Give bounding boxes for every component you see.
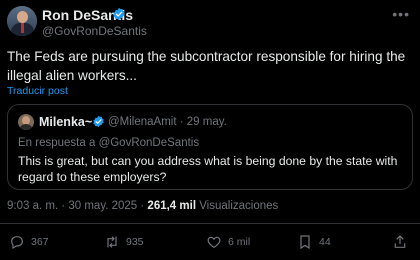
repost-icon [107,236,117,248]
reply-count: 367 [31,236,49,248]
divider [0,223,420,224]
more-icon[interactable]: ••• [392,6,410,22]
quoted-tweet[interactable]: Milenka~ @MilenaAmit · 29 may. En respue… [7,104,413,190]
tweet-meta: 9:03 a. m. · 30 may. 2025 · 261,4 mil Vi… [7,200,278,212]
reply-button[interactable]: 367 [9,232,49,252]
bookmark-count: 44 [319,236,331,248]
tweet-timestamp[interactable]: 9:03 a. m. · 30 may. 2025 · [7,200,147,212]
action-bar: 367 935 6 mil 44 [0,232,420,254]
quoted-verified-badge-icon [93,115,104,128]
repost-count: 935 [126,236,144,248]
tweet-text: The Feds are pursuing the subcontractor … [7,49,406,83]
heart-icon [207,236,221,249]
bookmark-button[interactable]: 44 [297,232,331,252]
author-avatar[interactable] [7,6,37,36]
views-count: 261,4 mil [147,200,197,212]
quoted-handle-date[interactable]: @MilenaAmit · 29 may. [108,116,227,128]
quoted-text: This is great, but can you address what … [18,154,398,184]
reply-context: En respuesta a @GovRonDeSantis [18,137,199,149]
reply-prefix: En respuesta a [18,137,99,149]
translate-link[interactable]: Traducir post [7,85,68,97]
author-handle[interactable]: @GovRonDeSantis [42,24,147,38]
quoted-avatar[interactable] [18,114,34,130]
verified-badge-icon [113,7,125,21]
like-button[interactable]: 6 mil [206,232,250,252]
quoted-author-name[interactable]: Milenka~ [39,115,92,129]
reply-handle[interactable]: @GovRonDeSantis [99,137,200,149]
like-count: 6 mil [228,236,251,248]
share-button[interactable] [392,232,408,252]
repost-button[interactable]: 935 [104,232,144,252]
reply-icon [11,236,23,250]
share-icon [394,235,406,248]
bookmark-icon [300,235,310,250]
views-label: Visualizaciones [196,200,279,212]
